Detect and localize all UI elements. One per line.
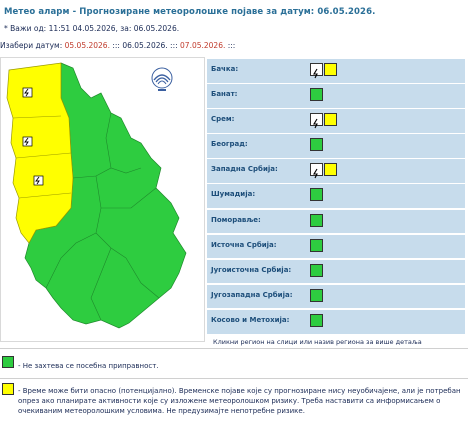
- region-warning-indicator[interactable]: [310, 88, 323, 102]
- region-list: Бачка: Банат: Срем: Београд: Западна Србија:…: [207, 59, 465, 335]
- date-separator: :::: [112, 41, 120, 50]
- region-name[interactable]: Источна Србија:: [211, 241, 277, 249]
- green-level-swatch: [310, 288, 323, 302]
- region-name[interactable]: Београд:: [211, 140, 248, 148]
- legend-yellow-text: - Време може бити опасно (потенцијално).…: [18, 387, 461, 415]
- region-row[interactable]: Београд:: [207, 134, 465, 158]
- region-name[interactable]: Косово и Метохија:: [211, 316, 289, 324]
- region-row[interactable]: Срем:: [207, 109, 465, 133]
- region-row[interactable]: Бачка:: [207, 59, 465, 83]
- region-warning-indicator[interactable]: [310, 313, 323, 328]
- thunder-marker: [33, 175, 44, 186]
- region-name[interactable]: Бачка:: [211, 65, 238, 73]
- region-warning-indicator[interactable]: [310, 288, 323, 303]
- region-name[interactable]: Југозападна Србија:: [211, 291, 293, 299]
- green-level-swatch: [310, 238, 323, 252]
- region-row[interactable]: Југоисточна Србија:: [207, 259, 465, 284]
- green-level-swatch: [310, 88, 323, 102]
- serbia-map-svg: [6, 62, 187, 329]
- region-row[interactable]: Косово и Метохија:: [207, 309, 465, 334]
- region-row[interactable]: Западна Србија:: [207, 159, 465, 183]
- region-name[interactable]: Западна Србија:: [211, 165, 278, 173]
- legend-divider: [0, 348, 468, 349]
- region-name[interactable]: Срем:: [211, 115, 234, 123]
- region-warning-indicator[interactable]: [310, 163, 337, 179]
- page-title: Метео аларм - Прогнозиране метеоролошке …: [4, 7, 376, 17]
- date-link-1[interactable]: 05.05.2026.: [65, 41, 110, 50]
- region-row[interactable]: Шумадија:: [207, 184, 465, 209]
- rhmz-logo-icon: [151, 67, 173, 91]
- region-warning-indicator[interactable]: [310, 263, 323, 278]
- date-selector-label: Изабери датум:: [0, 41, 63, 50]
- green-level-swatch: [310, 313, 323, 327]
- thunder-marker: [22, 87, 33, 98]
- date-link-3[interactable]: 07.05.2026.: [180, 41, 225, 50]
- date-separator: :::: [170, 41, 178, 50]
- region-name[interactable]: Југоисточна Србија:: [211, 266, 291, 274]
- region-warning-indicator[interactable]: [310, 63, 337, 79]
- date-selector: Изабери датум: 05.05.2026. ::: 06.05.202…: [0, 41, 235, 50]
- region-name[interactable]: Шумадија:: [211, 190, 255, 198]
- thunderstorm-icon: [310, 63, 323, 79]
- yellow-level-swatch: [324, 63, 337, 76]
- region-warning-indicator[interactable]: [310, 238, 323, 253]
- thunderstorm-icon: [310, 163, 323, 179]
- green-level-swatch: [310, 188, 323, 202]
- region-row[interactable]: Поморавље:: [207, 209, 465, 234]
- region-name[interactable]: Банат:: [211, 90, 237, 98]
- green-level-swatch: [310, 263, 323, 277]
- region-warning-indicator[interactable]: [310, 213, 323, 228]
- region-name[interactable]: Поморавље:: [211, 216, 261, 224]
- legend-divider: [0, 378, 468, 379]
- region-warning-indicator[interactable]: [310, 188, 323, 202]
- region-row[interactable]: Југозападна Србија:: [207, 284, 465, 309]
- region-warning-indicator[interactable]: [310, 138, 323, 152]
- legend-green-text: - Не захтева се посебна приправност.: [18, 362, 159, 370]
- yellow-level-swatch: [324, 113, 337, 127]
- warning-map[interactable]: [0, 57, 205, 342]
- thunder-marker: [22, 136, 33, 147]
- thunderstorm-icon: [310, 113, 323, 129]
- green-level-swatch: [310, 138, 323, 152]
- yellow-level-swatch: [324, 163, 337, 177]
- date-link-2[interactable]: 06.05.2026.: [122, 41, 167, 50]
- region-row[interactable]: Источна Србија:: [207, 234, 465, 259]
- map-hint: Кликни регион на слици или назив региона…: [213, 338, 422, 346]
- legend-green-swatch: [2, 356, 14, 368]
- validity-text: * Важи од: 11:51 04.05.2026, за: 06.05.2…: [4, 24, 180, 33]
- legend-yellow-swatch: [2, 383, 14, 395]
- region-warning-indicator[interactable]: [310, 113, 337, 129]
- date-separator: :::: [227, 41, 236, 50]
- green-level-swatch: [310, 213, 323, 227]
- region-row[interactable]: Банат:: [207, 84, 465, 108]
